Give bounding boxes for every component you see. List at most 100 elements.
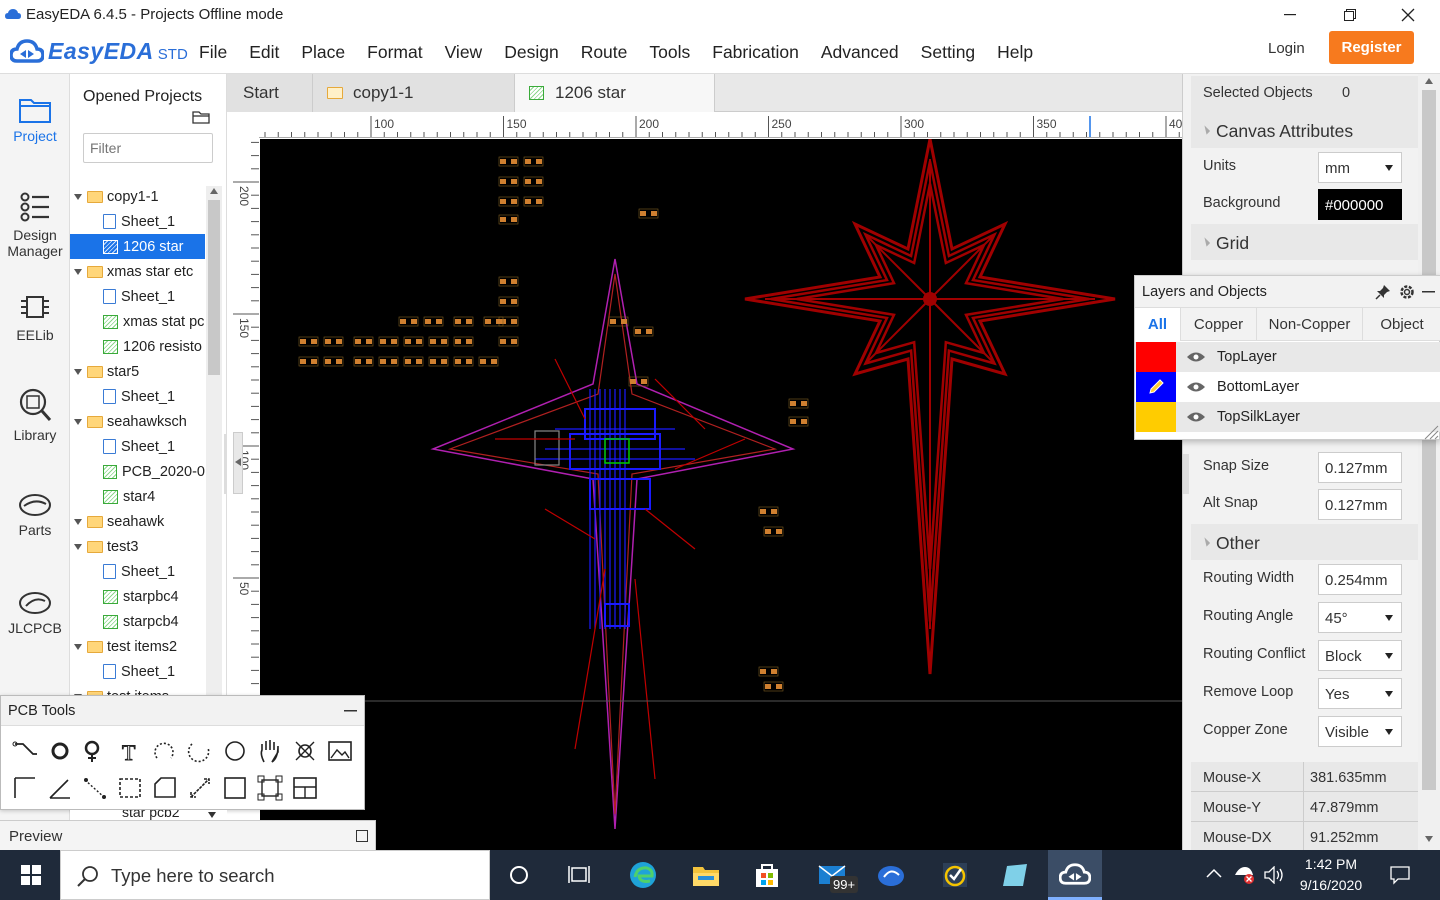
pan-tool-button[interactable]: [254, 736, 286, 766]
login-link[interactable]: Login: [1268, 40, 1305, 57]
file-explorer-button[interactable]: [679, 850, 733, 900]
menu-advanced[interactable]: Advanced: [821, 42, 899, 63]
layer-row-topsilklayer[interactable]: TopSilkLayer: [1135, 402, 1440, 432]
group-tool-button[interactable]: [254, 772, 286, 802]
sidebar-item-eelib[interactable]: EELib: [0, 291, 70, 343]
cloud-app-button[interactable]: [864, 850, 918, 900]
layer-color-swatch[interactable]: [1136, 342, 1176, 372]
maximize-button[interactable]: [1320, 0, 1380, 30]
section-other[interactable]: Other: [1191, 524, 1419, 560]
eye-icon[interactable]: [1186, 351, 1206, 363]
tree-document-item[interactable]: Sheet_1: [70, 384, 205, 409]
tab-1206-star[interactable]: 1206 star: [515, 74, 715, 112]
menu-route[interactable]: Route: [581, 42, 628, 63]
rect-tool-button[interactable]: [219, 772, 251, 802]
tab-copper[interactable]: Copper: [1181, 308, 1257, 341]
menu-setting[interactable]: Setting: [921, 42, 975, 63]
tree-document-item[interactable]: Sheet_1: [70, 284, 205, 309]
scroll-thumb[interactable]: [1422, 90, 1436, 790]
remove-loop-select[interactable]: Yes: [1318, 678, 1402, 709]
tree-document-item[interactable]: 1206 resisto: [70, 334, 205, 359]
properties-scrollbar[interactable]: [1418, 74, 1440, 850]
tab-object[interactable]: Object: [1363, 308, 1440, 341]
cortana-button[interactable]: [492, 850, 546, 900]
menu-file[interactable]: File: [199, 42, 227, 63]
left-panel-toggle[interactable]: [233, 432, 243, 494]
menu-place[interactable]: Place: [301, 42, 345, 63]
routing-conflict-select[interactable]: Block: [1318, 640, 1402, 671]
notes-app-button[interactable]: [988, 850, 1042, 900]
tree-project-folder[interactable]: xmas star etc: [70, 259, 205, 284]
tab-start[interactable]: Start: [227, 74, 313, 112]
task-view-button[interactable]: [552, 850, 606, 900]
pad-tool-button[interactable]: [44, 736, 76, 766]
brand-logo[interactable]: EasyEDA STD: [10, 35, 188, 67]
tab-all[interactable]: All: [1135, 308, 1181, 341]
menu-edit[interactable]: Edit: [249, 42, 279, 63]
canvas-area[interactable]: 100 150 200 250 300 350 400 200 150 100 50: [227, 112, 1182, 850]
chevron-up-icon[interactable]: [1206, 868, 1222, 878]
maximize-icon[interactable]: [356, 830, 368, 842]
angle-tool-button[interactable]: [44, 772, 76, 802]
alt-snap-input[interactable]: 0.127mm: [1318, 489, 1402, 520]
eye-icon[interactable]: [1186, 411, 1206, 423]
tree-document-item[interactable]: star4: [70, 484, 205, 509]
minimize-icon[interactable]: [344, 710, 357, 712]
eye-icon[interactable]: [1186, 381, 1206, 393]
menu-format[interactable]: Format: [367, 42, 422, 63]
mail-button[interactable]: 99+: [806, 850, 860, 900]
layers-panel-header[interactable]: Layers and Objects: [1135, 276, 1440, 308]
panel-tool-button[interactable]: [289, 772, 321, 802]
layer-row-bottomlayer[interactable]: BottomLayer: [1135, 372, 1440, 402]
tree-project-folder[interactable]: copy1-1: [70, 184, 205, 209]
arc2-tool-button[interactable]: [184, 736, 216, 766]
layer-row-toplayer[interactable]: TopLayer: [1135, 342, 1440, 372]
measure-tool-button[interactable]: [184, 772, 216, 802]
copper-zone-select[interactable]: Visible: [1318, 716, 1402, 747]
tree-document-item[interactable]: Sheet_1: [70, 209, 205, 234]
tree-document-item[interactable]: starpcb4: [70, 609, 205, 634]
edge-button[interactable]: [616, 850, 670, 900]
region-tool-button[interactable]: [114, 772, 146, 802]
store-button[interactable]: [740, 850, 794, 900]
resize-grip-icon[interactable]: [1423, 424, 1439, 440]
expand-triangle-icon[interactable]: [74, 643, 82, 650]
taskbar-search-box[interactable]: Type here to search: [60, 850, 490, 900]
volume-icon[interactable]: [1264, 866, 1286, 884]
layer-color-swatch[interactable]: [1136, 372, 1176, 402]
expand-triangle-icon[interactable]: [74, 193, 82, 200]
easyeda-taskbar-button[interactable]: [1048, 850, 1102, 900]
pcb-tools-header[interactable]: PCB Tools: [1, 696, 364, 726]
close-button[interactable]: [1378, 0, 1438, 30]
expand-triangle-icon[interactable]: [74, 368, 82, 375]
sidebar-item-design-manager[interactable]: Design Manager: [0, 191, 70, 259]
minimize-icon[interactable]: [1422, 291, 1435, 293]
notifications-icon[interactable]: [1390, 865, 1410, 885]
menu-help[interactable]: Help: [997, 42, 1033, 63]
sidebar-item-project[interactable]: Project: [0, 94, 70, 144]
tree-document-item[interactable]: 1206 star: [70, 234, 205, 259]
tree-project-folder[interactable]: star5: [70, 359, 205, 384]
layer-color-swatch[interactable]: [1136, 402, 1176, 432]
image-tool-button[interactable]: [324, 736, 356, 766]
taskbar-clock[interactable]: 1:42 PM 9/16/2020: [1286, 854, 1376, 896]
arc-tool-button[interactable]: [149, 736, 181, 766]
section-grid[interactable]: Grid: [1191, 224, 1419, 260]
routing-angle-select[interactable]: 45°: [1318, 602, 1402, 633]
folder-open-icon[interactable]: [192, 110, 210, 124]
sidebar-item-parts[interactable]: Parts: [0, 492, 70, 538]
units-select[interactable]: mm: [1318, 152, 1402, 183]
pcb-canvas[interactable]: [260, 139, 1182, 850]
via-tool-button[interactable]: [79, 736, 111, 766]
hole-tool-button[interactable]: [289, 736, 321, 766]
expand-triangle-icon[interactable]: [74, 543, 82, 550]
expand-triangle-icon[interactable]: [74, 418, 82, 425]
section-canvas-attributes[interactable]: Canvas Attributes: [1191, 112, 1419, 148]
register-button[interactable]: Register: [1329, 31, 1414, 64]
tab-non-copper[interactable]: Non-Copper: [1257, 308, 1363, 341]
background-color-input[interactable]: #000000: [1318, 189, 1402, 220]
minimize-button[interactable]: [1260, 0, 1320, 30]
tree-document-item[interactable]: Sheet_1: [70, 659, 205, 684]
filter-input[interactable]: [83, 133, 213, 163]
menu-fabrication[interactable]: Fabrication: [712, 42, 799, 63]
